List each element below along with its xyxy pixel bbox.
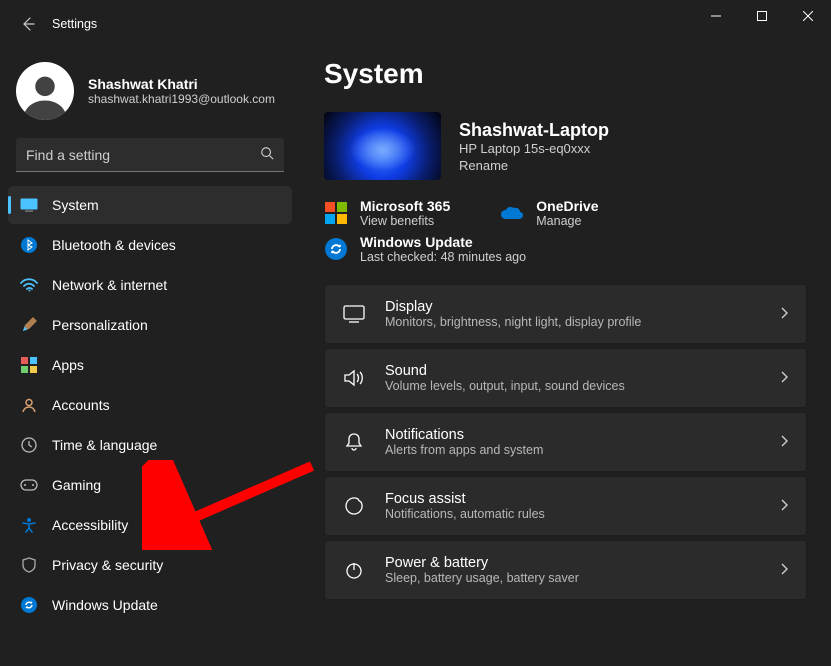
- accessibility-icon: [20, 516, 38, 534]
- rename-link[interactable]: Rename: [459, 158, 609, 173]
- time-language-icon: [20, 436, 38, 454]
- maximize-button[interactable]: [739, 0, 785, 32]
- sidebar-item-gaming[interactable]: Gaming: [8, 466, 292, 504]
- search-icon: [260, 146, 274, 163]
- power-icon: [343, 559, 365, 581]
- device-name: Shashwat-Laptop: [459, 120, 609, 141]
- onedrive-icon: [500, 201, 524, 225]
- card-focus-assist[interactable]: Focus assist Notifications, automatic ru…: [324, 476, 807, 536]
- service-onedrive[interactable]: OneDrive Manage: [500, 198, 598, 228]
- close-button[interactable]: [785, 0, 831, 32]
- network-icon: [20, 276, 38, 294]
- card-sub: Volume levels, output, input, sound devi…: [385, 379, 760, 393]
- sidebar-item-apps[interactable]: Apps: [8, 346, 292, 384]
- sidebar-item-windows-update[interactable]: Windows Update: [8, 586, 292, 624]
- avatar: [16, 62, 74, 120]
- settings-cards: Display Monitors, brightness, night ligh…: [324, 284, 807, 600]
- sidebar-item-network[interactable]: Network & internet: [8, 266, 292, 304]
- sidebar-item-bluetooth[interactable]: Bluetooth & devices: [8, 226, 292, 264]
- card-title: Notifications: [385, 427, 760, 443]
- user-name: Shashwat Khatri: [88, 76, 275, 92]
- sidebar-item-label: Accounts: [52, 397, 110, 413]
- chevron-right-icon: [780, 434, 788, 450]
- service-title: Microsoft 365: [360, 198, 450, 214]
- chevron-right-icon: [780, 306, 788, 322]
- card-title: Power & battery: [385, 555, 760, 571]
- sidebar-item-label: System: [52, 197, 99, 213]
- sidebar-item-label: Gaming: [52, 477, 101, 493]
- sidebar: Shashwat Khatri shashwat.khatri1993@outl…: [0, 48, 300, 666]
- chevron-right-icon: [780, 498, 788, 514]
- card-title: Display: [385, 299, 760, 315]
- chevron-right-icon: [780, 562, 788, 578]
- service-sub: View benefits: [360, 214, 450, 228]
- accounts-icon: [20, 396, 38, 414]
- services-row: Microsoft 365 View benefits OneDrive Man…: [324, 198, 807, 264]
- sidebar-item-privacy[interactable]: Privacy & security: [8, 546, 292, 584]
- main-content: System Shashwat-Laptop HP Laptop 15s-eq0…: [300, 48, 831, 666]
- microsoft365-icon: [324, 201, 348, 225]
- search-input[interactable]: [26, 147, 260, 163]
- sidebar-nav: System Bluetooth & devices Network & int…: [0, 186, 300, 624]
- minimize-button[interactable]: [693, 0, 739, 32]
- sound-icon: [343, 367, 365, 389]
- device-header: Shashwat-Laptop HP Laptop 15s-eq0xxx Ren…: [324, 112, 807, 180]
- sidebar-item-system[interactable]: System: [8, 186, 292, 224]
- user-block[interactable]: Shashwat Khatri shashwat.khatri1993@outl…: [0, 58, 300, 138]
- user-email: shashwat.khatri1993@outlook.com: [88, 92, 275, 106]
- card-display[interactable]: Display Monitors, brightness, night ligh…: [324, 284, 807, 344]
- privacy-icon: [20, 556, 38, 574]
- card-title: Sound: [385, 363, 760, 379]
- apps-icon: [20, 356, 38, 374]
- card-sub: Sleep, battery usage, battery saver: [385, 571, 760, 585]
- gaming-icon: [20, 476, 38, 494]
- windows-update-icon: [20, 596, 38, 614]
- notifications-icon: [343, 431, 365, 453]
- sidebar-item-time-language[interactable]: Time & language: [8, 426, 292, 464]
- sidebar-item-personalization[interactable]: Personalization: [8, 306, 292, 344]
- chevron-right-icon: [780, 370, 788, 386]
- sidebar-item-label: Accessibility: [52, 517, 128, 533]
- personalization-icon: [20, 316, 38, 334]
- back-button[interactable]: [18, 14, 38, 34]
- card-sub: Alerts from apps and system: [385, 443, 760, 457]
- device-model: HP Laptop 15s-eq0xxx: [459, 141, 609, 156]
- sidebar-item-label: Time & language: [52, 437, 157, 453]
- page-title: System: [324, 58, 807, 90]
- sidebar-item-label: Apps: [52, 357, 84, 373]
- display-icon: [343, 303, 365, 325]
- service-windows-update[interactable]: Windows Update Last checked: 48 minutes …: [324, 234, 807, 264]
- card-sound[interactable]: Sound Volume levels, output, input, soun…: [324, 348, 807, 408]
- card-title: Focus assist: [385, 491, 760, 507]
- card-power-battery[interactable]: Power & battery Sleep, battery usage, ba…: [324, 540, 807, 600]
- service-sub: Last checked: 48 minutes ago: [360, 250, 526, 264]
- service-title: Windows Update: [360, 234, 526, 250]
- sidebar-item-label: Personalization: [52, 317, 148, 333]
- system-icon: [20, 196, 38, 214]
- sidebar-item-label: Windows Update: [52, 597, 158, 613]
- service-sub: Manage: [536, 214, 598, 228]
- sidebar-item-accessibility[interactable]: Accessibility: [8, 506, 292, 544]
- windows-update-icon: [324, 237, 348, 261]
- sidebar-item-label: Bluetooth & devices: [52, 237, 176, 253]
- focus-assist-icon: [343, 495, 365, 517]
- service-title: OneDrive: [536, 198, 598, 214]
- sidebar-item-label: Network & internet: [52, 277, 167, 293]
- search-box[interactable]: [16, 138, 284, 172]
- service-microsoft365[interactable]: Microsoft 365 View benefits: [324, 198, 450, 228]
- sidebar-item-label: Privacy & security: [52, 557, 163, 573]
- card-sub: Notifications, automatic rules: [385, 507, 760, 521]
- sidebar-item-accounts[interactable]: Accounts: [8, 386, 292, 424]
- device-thumbnail[interactable]: [324, 112, 441, 180]
- window-title: Settings: [52, 17, 97, 31]
- card-sub: Monitors, brightness, night light, displ…: [385, 315, 760, 329]
- card-notifications[interactable]: Notifications Alerts from apps and syste…: [324, 412, 807, 472]
- bluetooth-icon: [20, 236, 38, 254]
